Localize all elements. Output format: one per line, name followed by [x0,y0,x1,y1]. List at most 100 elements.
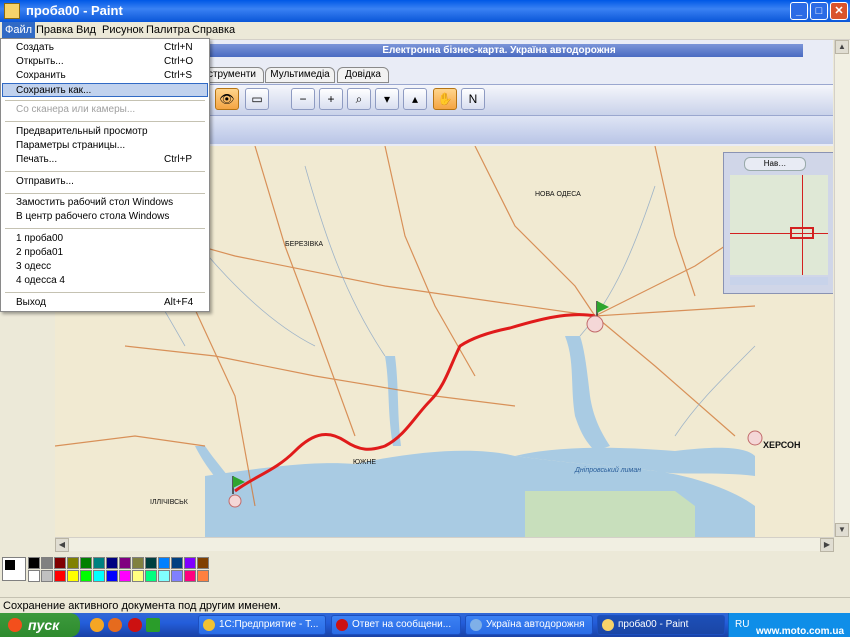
scroll-right-button[interactable]: ▶ [820,538,834,552]
palette-swatch[interactable] [106,570,118,582]
menu-item-new[interactable]: Создать Ctrl+N [2,41,208,55]
zoom-in-icon[interactable]: + [319,88,343,110]
zoom-area-icon[interactable]: ⌕ [347,88,371,110]
minimap-view[interactable] [730,175,828,275]
scroll-down-button[interactable]: ▼ [835,523,849,537]
menu-view[interactable]: Вид [76,24,96,36]
language-indicator[interactable]: RU [735,619,749,630]
palette-swatch[interactable] [171,570,183,582]
palette-swatch[interactable] [41,557,53,569]
start-label: пуск [28,617,60,633]
palette-swatch[interactable] [54,570,66,582]
scroll-left-button[interactable]: ◀ [55,538,69,552]
menu-item-save[interactable]: Сохранить Ctrl+S [2,69,208,83]
file-menu-dropdown: Создать Ctrl+N Открыть... Ctrl+O Сохранить… [0,38,210,312]
maximize-button[interactable]: □ [810,2,828,20]
menu-item-recent-1[interactable]: 1 проба00 [2,232,208,246]
watermark: www.moto.com.ua [756,626,844,637]
menu-item-center-desktop[interactable]: В центр рабочего стола Windows [2,210,208,224]
quicklaunch-opera-icon[interactable] [128,618,142,632]
menu-item-from-scanner: Со сканера или камеры... [16,104,136,115]
map-app-banner: Електронна бізнес-карта. Україна автодор… [195,44,803,57]
palette-swatch[interactable] [41,570,53,582]
menu-image[interactable]: Рисунок [102,24,144,36]
title-bar: проба00 - Paint _ □ ✕ [0,0,850,22]
menu-item-page-setup[interactable]: Параметры страницы... [2,139,208,153]
scroll-up-button[interactable]: ▲ [835,40,849,54]
pan-hand-icon[interactable]: ✋ [433,88,457,110]
palette-swatch[interactable] [132,570,144,582]
palette-swatch[interactable] [80,557,92,569]
1c-icon [203,619,215,631]
current-colors[interactable] [2,557,26,581]
menu-item-send[interactable]: Отправить... [2,175,208,189]
menu-item-save-as[interactable]: Сохранить как... [2,83,208,97]
eraser-icon[interactable]: ▭ [245,88,269,110]
menu-help[interactable]: Справка [192,24,235,36]
menu-edit[interactable]: Правка [36,24,73,36]
zoom-min-icon[interactable]: ▾ [375,88,399,110]
opera-icon [336,619,348,631]
windows-logo-icon [8,618,22,632]
north-compass-icon[interactable]: N [461,88,485,110]
eye-icon[interactable]: 👁 [215,88,239,110]
menu-item-print-preview[interactable]: Предварительный просмотр [2,125,208,139]
palette-swatch[interactable] [93,570,105,582]
palette-swatch[interactable] [93,557,105,569]
quicklaunch-app-icon[interactable] [146,618,160,632]
menu-item-recent-2[interactable]: 2 проба01 [2,246,208,260]
color-palette [0,553,850,595]
menu-item-print[interactable]: Печать... Ctrl+P [2,153,208,167]
minimap-scrollbar[interactable] [730,277,828,285]
palette-swatch[interactable] [80,570,92,582]
quicklaunch-firefox-icon[interactable] [108,618,122,632]
minimize-button[interactable]: _ [790,2,808,20]
zoom-max-icon[interactable]: ▴ [403,88,427,110]
palette-swatch[interactable] [184,570,196,582]
tab-multimedia[interactable]: Мультимедіа [265,67,335,83]
start-button[interactable]: пуск [0,613,80,637]
map-icon [470,619,482,631]
palette-swatch[interactable] [119,570,131,582]
palette-swatch[interactable] [28,570,40,582]
close-button[interactable]: ✕ [830,2,848,20]
menu-item-tile-desktop[interactable]: Замостить рабочий стол Windows [2,196,208,210]
palette-swatch[interactable] [54,557,66,569]
palette-swatch[interactable] [67,557,79,569]
palette-swatch[interactable] [119,557,131,569]
minimap-viewport-marker[interactable] [790,227,814,239]
menu-item-exit[interactable]: Выход Alt+F4 [2,296,208,310]
palette-swatch[interactable] [132,557,144,569]
task-opera[interactable]: Ответ на сообщени... [331,615,461,635]
window-title: проба00 - Paint [26,3,123,18]
task-paint[interactable]: проба00 - Paint [597,615,725,635]
task-1c[interactable]: 1С:Предприятие - Т... [198,615,326,635]
palette-swatch[interactable] [106,557,118,569]
palette-swatch[interactable] [197,570,209,582]
task-ukraine-map[interactable]: Україна автодорожня [465,615,593,635]
menu-item-recent-3[interactable]: 3 одесс [2,260,208,274]
menu-item-open[interactable]: Открыть... Ctrl+O [2,55,208,69]
palette-swatch[interactable] [158,570,170,582]
palette-swatch[interactable] [184,557,196,569]
menu-file[interactable]: Файл [2,22,36,38]
menu-palette[interactable]: Палитра [146,24,190,36]
vertical-scrollbar[interactable]: ▲ ▼ [834,40,850,537]
label-berezivka: БЕРЕЗІВКА [285,241,323,248]
horizontal-scrollbar[interactable]: ◀ ▶ [55,537,834,552]
quicklaunch-avast-icon[interactable] [90,618,104,632]
palette-swatch[interactable] [197,557,209,569]
overview-minimap[interactable]: Нав… [723,152,833,294]
palette-swatch[interactable] [158,557,170,569]
paint-app-icon[interactable] [4,3,20,19]
palette-swatch[interactable] [145,557,157,569]
minimap-title: Нав… [744,157,806,171]
palette-swatch[interactable] [145,570,157,582]
palette-swatch[interactable] [67,570,79,582]
status-bar: Сохранение активного документа под други… [0,597,850,613]
palette-swatch[interactable] [171,557,183,569]
tab-help[interactable]: Довідка [337,67,389,83]
menu-item-recent-4[interactable]: 4 одесса 4 [2,274,208,288]
zoom-out-icon[interactable]: − [291,88,315,110]
palette-swatch[interactable] [28,557,40,569]
